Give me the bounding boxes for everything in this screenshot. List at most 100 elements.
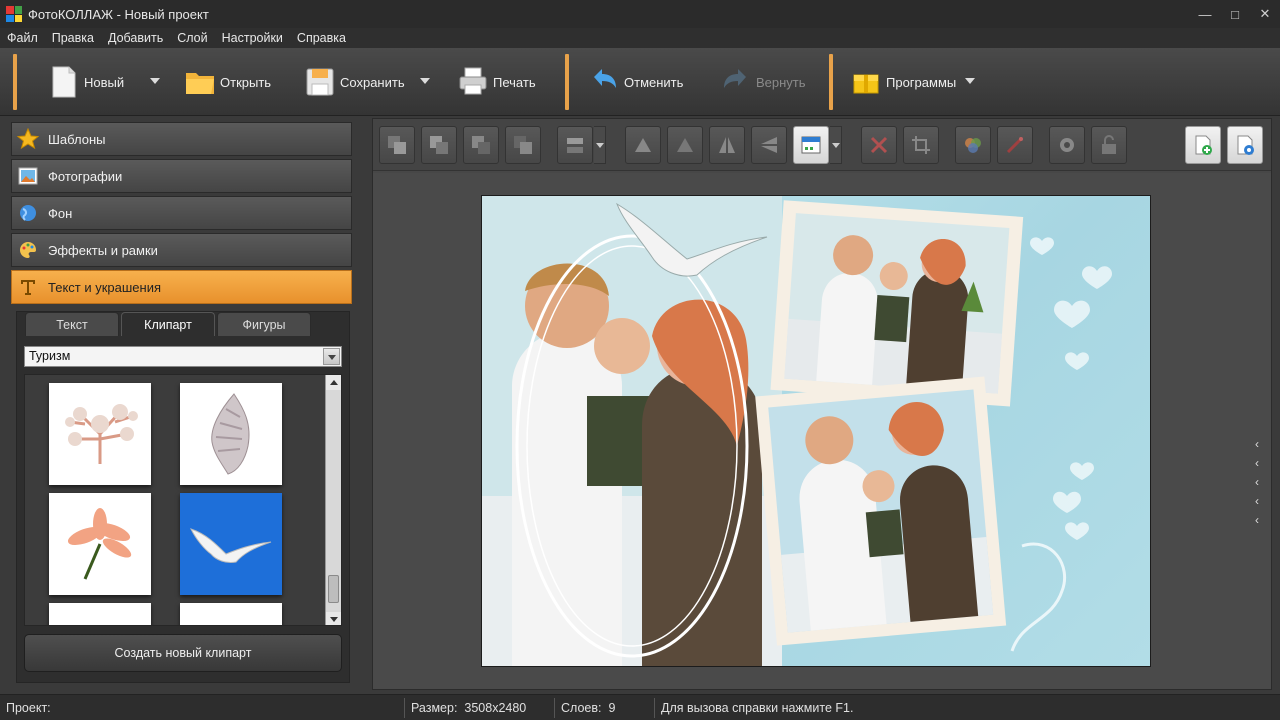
canvas-area[interactable]: ‹ ‹ ‹ ‹ ‹	[373, 173, 1271, 689]
align-button[interactable]	[557, 126, 593, 164]
gallery-scrollbar[interactable]	[325, 375, 341, 625]
accordion-background[interactable]: Фон	[11, 196, 352, 230]
menu-bar: Файл Правка Добавить Слой Настройки Спра…	[0, 28, 1280, 48]
accordion-templates[interactable]: Шаблоны	[11, 122, 352, 156]
collage-canvas[interactable]	[481, 195, 1151, 667]
status-help: Для вызова справки нажмите F1.	[655, 698, 853, 718]
align-dropdown[interactable]	[594, 126, 606, 164]
flip-vertical-button[interactable]	[751, 126, 787, 164]
chevron-left-icon[interactable]: ‹	[1255, 492, 1259, 511]
layout-dropdown[interactable]	[830, 126, 842, 164]
bring-forward-button[interactable]	[421, 126, 457, 164]
tab-text[interactable]: Текст	[25, 312, 119, 336]
save-dropdown-arrow[interactable]	[420, 78, 430, 84]
page-settings-button[interactable]	[1227, 126, 1263, 164]
align-icon	[567, 138, 583, 153]
redo-button[interactable]: Вернуть	[720, 60, 806, 104]
workspace: ‹ ‹ ‹ ‹ ‹	[372, 118, 1272, 690]
clipart-lily-flower[interactable]	[49, 493, 151, 595]
save-label: Сохранить	[340, 74, 405, 90]
chevron-left-icon[interactable]: ‹	[1255, 454, 1259, 473]
scroll-up-icon[interactable]	[326, 375, 341, 390]
photo-icon	[16, 164, 40, 188]
clipart-coral[interactable]	[49, 383, 151, 485]
gift-box-icon	[853, 74, 879, 94]
clipart-grass-2[interactable]	[180, 603, 282, 625]
flip-horizontal-button[interactable]	[709, 126, 745, 164]
size-label: Размер:	[411, 700, 458, 715]
lock-icon	[1102, 135, 1116, 154]
menu-file[interactable]: Файл	[0, 31, 45, 45]
menu-edit[interactable]: Правка	[45, 31, 101, 45]
subtabs: Текст Клипарт Фигуры	[25, 312, 313, 336]
clipart-gallery	[24, 374, 342, 626]
new-dropdown-arrow[interactable]	[150, 78, 160, 84]
menu-settings[interactable]: Настройки	[215, 31, 290, 45]
toolbar-separator	[829, 54, 833, 110]
send-to-back-button[interactable]	[505, 126, 541, 164]
color-button[interactable]	[955, 126, 991, 164]
chevron-down-icon[interactable]	[323, 348, 340, 365]
seashell-icon	[211, 393, 250, 475]
side-panel-toggles[interactable]: ‹ ‹ ‹ ‹ ‹	[1255, 435, 1259, 530]
folder-icon	[186, 73, 214, 94]
lock-button[interactable]	[1091, 126, 1127, 164]
create-clipart-button[interactable]: Создать новый клипарт	[24, 634, 342, 672]
crop-button[interactable]	[903, 126, 939, 164]
tab-shapes[interactable]: Фигуры	[217, 312, 311, 336]
scroll-thumb[interactable]	[328, 575, 339, 603]
properties-button[interactable]	[1049, 126, 1085, 164]
open-button[interactable]: Открыть	[184, 60, 271, 104]
window-title: ФотоКОЛЛАЖ - Новый проект	[28, 6, 209, 22]
flip-horizontal-icon	[719, 137, 735, 153]
printer-icon	[459, 67, 487, 95]
chevron-left-icon[interactable]: ‹	[1255, 473, 1259, 492]
accordion-effects-frames[interactable]: Эффекты и рамки	[11, 233, 352, 267]
floppy-disk-icon	[306, 68, 334, 96]
accordion-label: Шаблоны	[48, 131, 106, 147]
menu-add[interactable]: Добавить	[101, 31, 170, 45]
gear-icon	[1060, 138, 1074, 152]
chevron-left-icon[interactable]: ‹	[1255, 435, 1259, 454]
open-label: Открыть	[220, 74, 272, 90]
new-button[interactable]: Новый	[48, 60, 124, 104]
accordion-text-decorations[interactable]: Текст и украшения	[11, 270, 352, 304]
help-text: Для вызова справки нажмите F1.	[661, 700, 854, 715]
accordion-label: Текст и украшения	[48, 279, 162, 295]
programs-button[interactable]: Программы	[850, 60, 956, 104]
undo-button[interactable]: Отменить	[588, 60, 683, 104]
flower-icon	[67, 508, 132, 580]
menu-help[interactable]: Справка	[290, 31, 353, 45]
category-select[interactable]: Туризм	[24, 346, 342, 367]
undo-label: Отменить	[624, 74, 684, 90]
size-value: 3508x2480	[464, 700, 527, 715]
layer-backward-icon	[472, 136, 490, 154]
accordion-photos[interactable]: Фотографии	[11, 159, 352, 193]
print-button[interactable]: Печать	[457, 60, 536, 104]
scroll-down-icon[interactable]	[326, 612, 341, 625]
accordion-label: Фотографии	[48, 168, 123, 184]
bring-to-front-button[interactable]	[379, 126, 415, 164]
send-backward-button[interactable]	[463, 126, 499, 164]
effects-button[interactable]	[997, 126, 1033, 164]
minimize-button[interactable]: —	[1190, 0, 1220, 28]
clipart-grass[interactable]	[49, 603, 151, 625]
save-button[interactable]: Сохранить	[304, 60, 405, 104]
delete-button[interactable]	[861, 126, 897, 164]
status-bar: Проект: Размер: 3508x2480 Слоев: 9 Для в…	[0, 694, 1280, 720]
menu-layer[interactable]: Слой	[170, 31, 214, 45]
tab-clipart[interactable]: Клипарт	[121, 312, 215, 336]
add-page-button[interactable]	[1185, 126, 1221, 164]
clipart-seagull[interactable]	[180, 493, 282, 595]
programs-dropdown-arrow[interactable]	[965, 78, 975, 84]
wand-icon	[1006, 137, 1023, 154]
clipart-seashell[interactable]	[180, 383, 282, 485]
maximize-button[interactable]: □	[1220, 0, 1250, 28]
page-settings-icon	[1237, 135, 1254, 155]
rotate-left-button[interactable]	[625, 126, 661, 164]
chevron-left-icon[interactable]: ‹	[1255, 511, 1259, 530]
rotate-right-button[interactable]	[667, 126, 703, 164]
rotate-left-icon	[635, 138, 651, 152]
layout-button[interactable]	[793, 126, 829, 164]
close-button[interactable]: ✕	[1250, 0, 1280, 28]
